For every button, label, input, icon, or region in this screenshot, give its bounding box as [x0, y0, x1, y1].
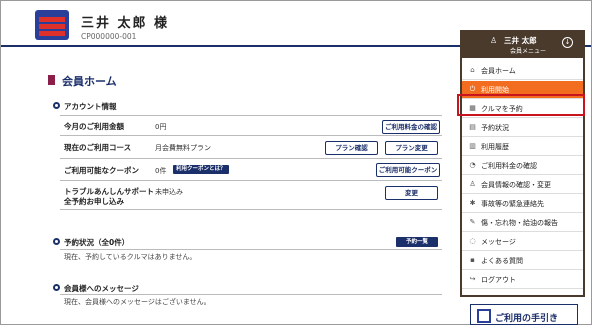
menu-item[interactable]: ◔ ご利用料金の確認 [462, 157, 583, 175]
plan-confirm-button[interactable]: プラン確認 [325, 141, 378, 155]
available-coupons-button[interactable]: ご利用可能クーポン [376, 163, 440, 177]
account-heading: アカウント情報 [64, 102, 117, 111]
reservation-heading: 予約状況（全0件） [64, 238, 130, 247]
row-label-line2: 全予約お申し込み [64, 197, 124, 206]
table-row: ご利用可能なクーポン 0件 利用クーポンとは？ ご利用可能クーポン [60, 159, 442, 181]
section-bullet-icon [53, 102, 60, 109]
menu-item-label: 会員ホーム [481, 67, 516, 75]
menu-item[interactable]: ✱ 事故等の緊急連絡先 [462, 195, 583, 213]
reservation-note: 現在、予約しているクルマはありません。 [64, 253, 197, 261]
row-value: 0円 [155, 123, 167, 131]
logout-icon: ↪ [469, 275, 476, 283]
row-value: 0件 [155, 167, 167, 175]
chevron-down-icon[interactable]: ↓ [562, 37, 573, 48]
member-menu: ♙ 三井 太郎 会員メニュー ↓ ⌂ 会員ホーム ⏻ 利用開始 ▦ クルマを予約 ▤ 予約状況… [460, 30, 585, 297]
message-icon: ◌ [469, 237, 476, 245]
fee-icon: ◔ [469, 161, 476, 169]
power-icon: ⏻ [469, 85, 476, 93]
support-change-button[interactable]: 変更 [385, 186, 438, 200]
menu-item[interactable]: ↪ ログアウト [462, 271, 583, 289]
history-icon: ▥ [469, 142, 476, 150]
coupon-help-badge[interactable]: 利用クーポンとは？ [173, 165, 229, 174]
menu-item[interactable]: ◌ メッセージ [462, 233, 583, 251]
brand-logo[interactable] [35, 10, 69, 40]
messages-note: 現在、会員様へのメッセージはございません。 [64, 298, 211, 306]
row-label: 今月のご利用金額 [64, 122, 124, 131]
menu-item-label: ログアウト [481, 276, 516, 284]
menu-item[interactable]: ▥ 利用履歴 [462, 138, 583, 156]
faq-icon: ▪ [470, 256, 475, 264]
table-row: トラブルあんしんサポート 全予約お申し込み 未申込み 変更 [60, 181, 442, 210]
usage-fee-button[interactable]: ご利用料金の確認 [382, 120, 440, 134]
table-row: 今月のご利用金額 0円 ご利用料金の確認 [60, 116, 442, 136]
menu-item-label: 事故等の緊急連絡先 [481, 200, 544, 208]
menu-user-name: 三井 太郎 [504, 36, 537, 45]
user-id: CP000000-001 [81, 32, 137, 41]
person-icon: ♙ [490, 36, 498, 45]
emergency-icon: ✱ [469, 199, 476, 207]
menu-item[interactable]: ▪ よくある質問 [462, 252, 583, 270]
menu-item[interactable]: ♙ 会員情報の確認・変更 [462, 176, 583, 194]
menu-item-label: 利用履歴 [481, 143, 509, 151]
menu-item-label: 予約状況 [481, 124, 509, 132]
account-table: 今月のご利用金額 0円 ご利用料金の確認 現在のご利用コース 月会費無料プラン … [60, 115, 442, 210]
reservation-list-button[interactable]: 予約一覧 [396, 237, 438, 247]
report-icon: ✎ [469, 218, 476, 226]
menu-item[interactable]: ⌂ 会員ホーム [462, 62, 583, 80]
divider [60, 294, 442, 295]
row-value: 月会費無料プラン [155, 144, 211, 152]
home-icon: ⌂ [470, 66, 475, 74]
page-title: 会員ホーム [62, 75, 117, 88]
menu-item-label: 会員情報の確認・変更 [481, 181, 551, 189]
menu-item-label: メッセージ [481, 238, 516, 246]
person-icon: ♙ [469, 180, 476, 188]
user-name: 三井 太郎 様 [81, 16, 170, 31]
user-guide-button[interactable]: ご利用の手引き [470, 304, 578, 325]
row-value: 未申込み [155, 188, 183, 196]
section-bullet-icon [53, 238, 60, 245]
user-guide-label: ご利用の手引き [495, 314, 559, 324]
menu-item[interactable]: ▤ 予約状況 [462, 119, 583, 137]
messages-heading: 会員様へのメッセージ [64, 284, 139, 293]
menu-item-label: 傷・忘れ物・給油の報告 [481, 219, 558, 227]
divider [60, 249, 442, 250]
table-row: 現在のご利用コース 月会費無料プラン プラン確認 プラン変更 [60, 136, 442, 159]
row-label: ご利用可能なクーポン [64, 166, 139, 175]
menu-subtitle: 会員メニュー [510, 48, 547, 55]
row-label: 現在のご利用コース [64, 143, 132, 152]
highlight-box [457, 94, 585, 116]
member-menu-header[interactable]: ♙ 三井 太郎 会員メニュー ↓ [462, 32, 583, 58]
section-bullet-icon [53, 284, 60, 291]
document-icon: ▤ [469, 123, 476, 131]
menu-item-label: ご利用料金の確認 [481, 162, 537, 170]
plan-change-button[interactable]: プラン変更 [385, 141, 438, 155]
title-marker [48, 75, 55, 85]
book-icon [477, 309, 491, 323]
menu-item[interactable]: ✎ 傷・忘れ物・給油の報告 [462, 214, 583, 232]
menu-item-label: よくある質問 [481, 257, 523, 265]
